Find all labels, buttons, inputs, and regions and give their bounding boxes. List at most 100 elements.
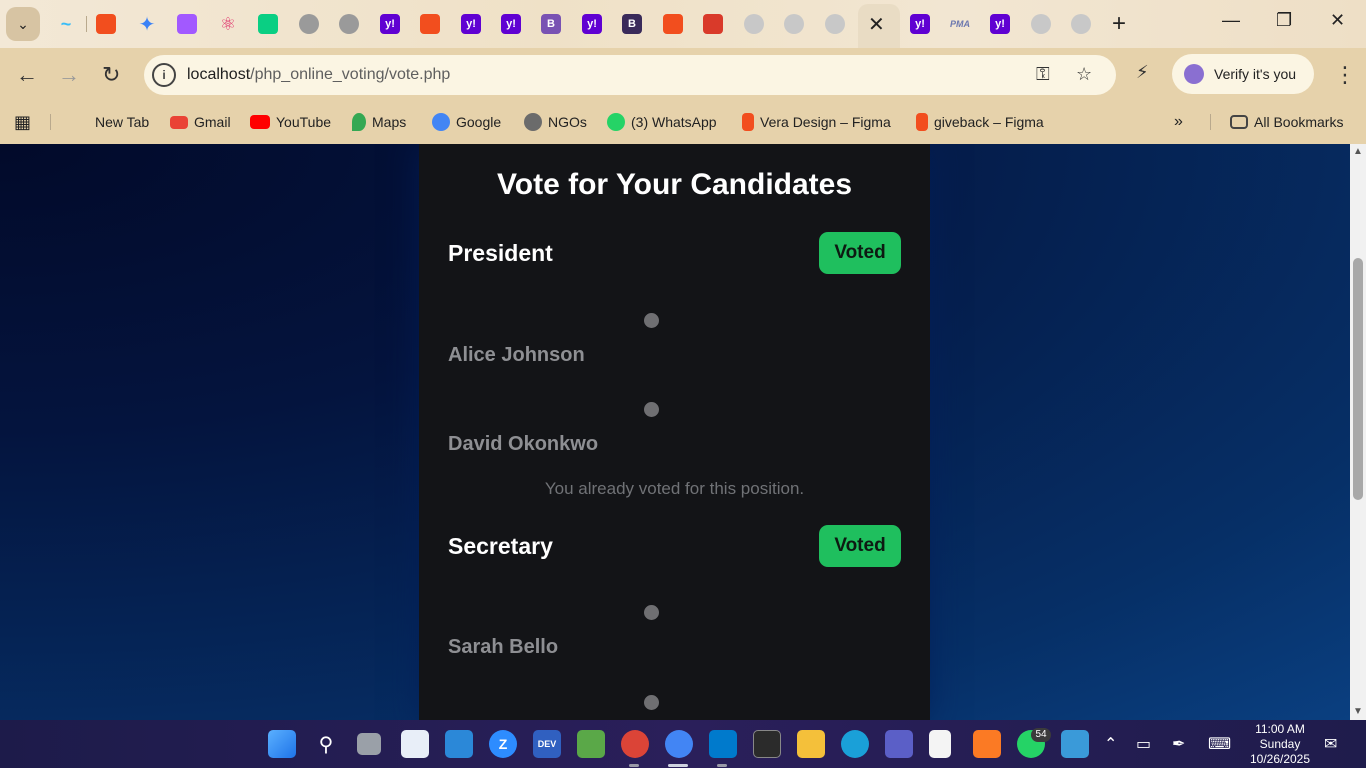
bookmark-youtube[interactable]: YouTube	[250, 111, 331, 133]
voted-badge: Voted	[819, 525, 901, 567]
github-icon[interactable]	[825, 14, 845, 34]
github-icon[interactable]	[784, 14, 804, 34]
pen-icon[interactable]: ✒	[1172, 734, 1185, 754]
bookmark-gmail[interactable]: Gmail	[170, 111, 231, 133]
bookmark-maps[interactable]: Maps	[352, 111, 406, 133]
file-icon[interactable]	[929, 730, 951, 758]
yahoo-icon[interactable]: y!	[910, 14, 930, 34]
battery-icon[interactable]: ▭	[1136, 734, 1151, 754]
bookmark-google[interactable]: Google	[432, 111, 501, 133]
store-icon[interactable]	[445, 730, 473, 758]
figma-icon[interactable]	[420, 14, 440, 34]
phpmyadmin-icon[interactable]: PMA	[950, 14, 970, 34]
site-info-icon[interactable]: i	[152, 63, 176, 87]
forward-arrow-icon[interactable]: →	[58, 62, 80, 88]
candidate-radio[interactable]	[644, 695, 659, 710]
taskbar: ⚲ Z DEV 54 ⌃ ▭ ✒ ⌨ 11:00 AM Sunday 10/26…	[0, 720, 1366, 768]
github-icon[interactable]	[1031, 14, 1051, 34]
close-icon[interactable]: ✕	[868, 12, 885, 37]
edge-icon[interactable]	[841, 730, 869, 758]
file-explorer-icon[interactable]	[797, 730, 825, 758]
globe-icon[interactable]	[299, 14, 319, 34]
position-title: President	[448, 240, 553, 266]
tab-separator	[86, 16, 87, 32]
close-icon[interactable]: ✕	[1330, 10, 1345, 31]
scroll-up-arrow-icon[interactable]: ▲	[1353, 146, 1363, 157]
chrome-icon[interactable]	[621, 730, 649, 758]
scroll-thumb[interactable]	[1353, 258, 1363, 500]
zoom-icon[interactable]: Z	[489, 730, 517, 758]
github-icon[interactable]	[1071, 14, 1091, 34]
yahoo-icon[interactable]: y!	[380, 14, 400, 34]
figma-icon[interactable]	[258, 14, 278, 34]
heart-icon	[524, 113, 542, 131]
performance-icon[interactable]: ⚡	[1136, 62, 1149, 83]
bookmark-separator	[50, 114, 51, 130]
xampp-icon[interactable]	[973, 730, 1001, 758]
tab-search-button[interactable]: ⌄	[6, 7, 40, 41]
back-arrow-icon[interactable]: ←	[16, 62, 38, 88]
widgets-icon[interactable]	[401, 730, 429, 758]
reload-icon[interactable]: ↻	[102, 62, 120, 88]
yahoo-icon[interactable]: y!	[501, 14, 521, 34]
bookmark-vera-design[interactable]: Vera Design – Figma	[742, 111, 891, 133]
chrome-icon[interactable]	[665, 730, 693, 758]
star-icon[interactable]: ☆	[1076, 64, 1092, 85]
running-indicator	[668, 764, 688, 767]
bookmark-new-tab[interactable]: New Tab	[95, 111, 149, 133]
figma-icon[interactable]	[663, 14, 683, 34]
bookmark-ngos[interactable]: NGOs	[524, 111, 587, 133]
chevron-more-icon[interactable]: »	[1174, 111, 1183, 133]
notepad-icon[interactable]	[577, 730, 605, 758]
position-title: Secretary	[448, 533, 553, 559]
bookmark-giveback[interactable]: giveback – Figma	[916, 111, 1044, 133]
candidate-radio[interactable]	[644, 402, 659, 417]
chevron-down-icon: ⌄	[17, 15, 29, 32]
system-clock[interactable]: 11:00 AM Sunday 10/26/2025	[1240, 722, 1320, 767]
tailwind-icon[interactable]: ~	[56, 14, 76, 34]
menu-kebab-icon[interactable]: ⋮	[1334, 62, 1356, 88]
page-background: Vote for Your Candidates President Voted…	[0, 144, 1350, 720]
candidate-radio[interactable]	[644, 313, 659, 328]
all-bookmarks-button[interactable]: All Bookmarks	[1230, 111, 1343, 133]
keyboard-icon[interactable]: ⌨	[1208, 734, 1231, 754]
terminal-icon[interactable]	[753, 730, 781, 758]
new-tab-button[interactable]: +	[1112, 10, 1126, 38]
teams-icon[interactable]	[885, 730, 913, 758]
yahoo-icon[interactable]: y!	[990, 14, 1010, 34]
tab-strip: ⌄ ~ ✦ ⚛ y! y! y! B y! B ✕ y! PMA y! + — …	[0, 0, 1366, 48]
apps-grid-icon[interactable]: ▦	[14, 111, 31, 133]
globe-icon[interactable]	[339, 14, 359, 34]
gemini-icon[interactable]: ✦	[137, 14, 157, 36]
notification-badge: 54	[1031, 728, 1051, 742]
yahoo-icon[interactable]: y!	[461, 14, 481, 34]
restore-icon[interactable]: ❐	[1276, 10, 1292, 31]
bookmark-whatsapp[interactable]: (3) WhatsApp	[607, 111, 717, 133]
github-icon[interactable]	[744, 14, 764, 34]
notepad-icon[interactable]	[1061, 730, 1089, 758]
url-text[interactable]: localhost/php_online_voting/vote.php	[187, 66, 450, 84]
chevron-up-icon[interactable]: ⌃	[1104, 734, 1117, 754]
figma-icon[interactable]	[96, 14, 116, 34]
voted-badge: Voted	[819, 232, 901, 274]
react-icon[interactable]: ⚛	[218, 14, 238, 34]
notifications-icon[interactable]: ✉	[1324, 734, 1337, 754]
search-icon[interactable]: ⚲	[312, 730, 340, 758]
figma-icon[interactable]	[177, 14, 197, 34]
profile-chip[interactable]: Verify it's you	[1172, 54, 1314, 94]
running-indicator	[717, 764, 727, 767]
vscode-icon[interactable]	[709, 730, 737, 758]
minimize-icon[interactable]: —	[1222, 10, 1240, 31]
bootstrap-icon[interactable]: B	[541, 14, 561, 34]
windows-start-icon[interactable]	[268, 730, 296, 758]
key-icon[interactable]: ⚿	[1036, 64, 1050, 85]
bootstrap-icon[interactable]: B	[622, 14, 642, 34]
scroll-down-arrow-icon[interactable]: ▼	[1353, 706, 1363, 717]
devhome-icon[interactable]: DEV	[533, 730, 561, 758]
address-bar[interactable]: i localhost/php_online_voting/vote.php ⚿…	[144, 55, 1116, 95]
shield-icon[interactable]	[703, 14, 723, 34]
candidate-radio[interactable]	[644, 605, 659, 620]
task-view-icon[interactable]	[357, 733, 381, 755]
yahoo-icon[interactable]: y!	[582, 14, 602, 34]
page-scrollbar[interactable]: ▲ ▼	[1350, 144, 1366, 720]
